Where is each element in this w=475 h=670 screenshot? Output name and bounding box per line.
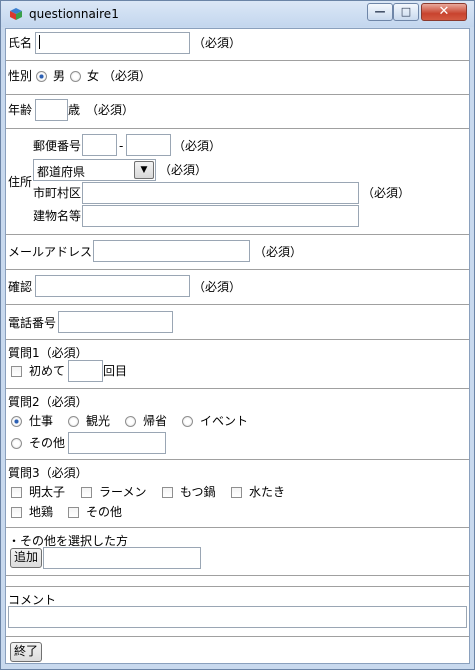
dropdown-arrow-icon[interactable]: ▼ — [134, 161, 154, 179]
email-label: メールアドレス — [8, 245, 93, 259]
confirm-required-label: （必須） — [193, 280, 242, 294]
divider — [6, 527, 469, 528]
minimize-button[interactable]: — — [367, 3, 393, 21]
age-unit-label: 歳 — [68, 103, 81, 117]
finish-button[interactable]: 終了 — [10, 642, 42, 662]
divider — [6, 459, 469, 460]
divider — [6, 339, 469, 340]
add-button[interactable]: 追加 — [10, 548, 42, 568]
city-required-label: （必須） — [362, 186, 411, 200]
city-label: 市町村区 — [33, 186, 82, 200]
email-input[interactable] — [93, 240, 250, 262]
postal-code-first-input[interactable] — [82, 134, 117, 156]
divider — [6, 94, 469, 95]
other-input[interactable] — [43, 547, 201, 569]
divider — [6, 304, 469, 305]
name-required-label: （必須） — [193, 36, 242, 50]
q2-other-label: その他 — [29, 436, 66, 450]
q3-other-label: その他 — [86, 505, 123, 519]
comment-input[interactable] — [8, 606, 467, 628]
q2-homecoming-radio[interactable] — [125, 416, 136, 427]
name-label: 氏名 — [8, 36, 33, 50]
building-input[interactable] — [82, 205, 359, 227]
prefecture-required-label: （必須） — [159, 163, 208, 177]
divider — [6, 269, 469, 270]
confirm-email-input[interactable] — [35, 275, 190, 297]
q2-homecoming-label: 帰省 — [143, 414, 168, 428]
postal-separator: - — [119, 139, 124, 153]
q2-work-radio[interactable] — [11, 416, 22, 427]
q3-jidori-checkbox[interactable] — [11, 507, 22, 518]
postal-required-label: （必須） — [173, 139, 222, 153]
gender-female-label: 女 — [87, 69, 100, 83]
q3-motsunabe-label: もつ鍋 — [180, 485, 216, 499]
q3-label: 質問3（必須） — [8, 466, 88, 480]
q3-other-checkbox[interactable] — [68, 507, 79, 518]
q3-ramen-checkbox[interactable] — [81, 487, 92, 498]
gender-label: 性別 — [8, 69, 33, 83]
other-prompt-label: ・その他を選択した方 — [8, 534, 129, 548]
q2-work-label: 仕事 — [29, 414, 54, 428]
close-button[interactable]: ✕ — [421, 3, 467, 21]
q2-event-label: イベント — [200, 414, 249, 428]
q1-first-time-label: 初めて — [29, 364, 66, 378]
q2-label: 質問2（必須） — [8, 395, 88, 409]
window-title: questionnaire1 — [29, 7, 119, 21]
gender-female-radio[interactable] — [70, 71, 81, 82]
q2-sightseeing-label: 観光 — [86, 414, 111, 428]
divider — [6, 234, 469, 235]
divider — [6, 575, 469, 576]
text-caret — [39, 34, 40, 49]
q1-first-time-checkbox[interactable] — [11, 366, 22, 377]
form-area: 氏名 （必須） 性別 男 女 （必須） 年齢 歳 （必須） 住所 郵便番号 - … — [5, 28, 470, 664]
postal-code-label: 郵便番号 — [33, 139, 82, 153]
email-required-label: （必須） — [254, 245, 303, 259]
q2-sightseeing-radio[interactable] — [68, 416, 79, 427]
q2-other-radio[interactable] — [11, 438, 22, 449]
q3-mizutaki-label: 水たき — [249, 485, 286, 499]
gender-required-label: （必須） — [103, 69, 152, 83]
q3-motsunabe-checkbox[interactable] — [162, 487, 173, 498]
phone-label: 電話番号 — [8, 316, 57, 330]
gender-male-radio[interactable] — [36, 71, 47, 82]
minimize-icon: — — [374, 5, 386, 18]
app-window: questionnaire1 — □ ✕ 氏名 （必須） 性別 男 女 （必須）… — [0, 0, 475, 670]
maximize-icon: □ — [400, 5, 412, 18]
name-input[interactable] — [35, 32, 190, 54]
confirm-label: 確認 — [8, 280, 33, 294]
close-icon: ✕ — [438, 4, 450, 19]
divider — [6, 128, 469, 129]
phone-input[interactable] — [58, 311, 173, 333]
divider — [6, 636, 469, 637]
q3-jidori-label: 地鶏 — [29, 505, 54, 519]
q2-other-input[interactable] — [68, 432, 166, 454]
q1-visit-count-input[interactable] — [68, 360, 103, 382]
gender-male-label: 男 — [53, 69, 66, 83]
postal-code-second-input[interactable] — [126, 134, 171, 156]
title-bar[interactable]: questionnaire1 — □ ✕ — [1, 1, 474, 27]
divider — [6, 60, 469, 61]
q3-mentaiko-label: 明太子 — [29, 485, 66, 499]
prefecture-value: 都道府県 — [37, 165, 86, 179]
q1-label: 質問1（必須） — [8, 346, 88, 360]
age-required-label: （必須） — [86, 103, 135, 117]
age-input[interactable] — [35, 99, 68, 121]
divider — [6, 388, 469, 389]
prefecture-select[interactable]: 都道府県 ▼ — [33, 159, 156, 181]
building-label: 建物名等 — [33, 209, 82, 223]
q3-mentaiko-checkbox[interactable] — [11, 487, 22, 498]
maximize-button[interactable]: □ — [393, 3, 419, 21]
q3-ramen-label: ラーメン — [99, 485, 147, 499]
city-input[interactable] — [82, 182, 359, 204]
divider — [6, 586, 469, 587]
comment-label: コメント — [8, 593, 57, 607]
age-label: 年齢 — [8, 103, 33, 117]
app-cube-icon — [10, 8, 22, 20]
q1-count-unit-label: 回目 — [103, 364, 128, 378]
q3-mizutaki-checkbox[interactable] — [231, 487, 242, 498]
address-label: 住所 — [8, 175, 33, 189]
q2-event-radio[interactable] — [182, 416, 193, 427]
